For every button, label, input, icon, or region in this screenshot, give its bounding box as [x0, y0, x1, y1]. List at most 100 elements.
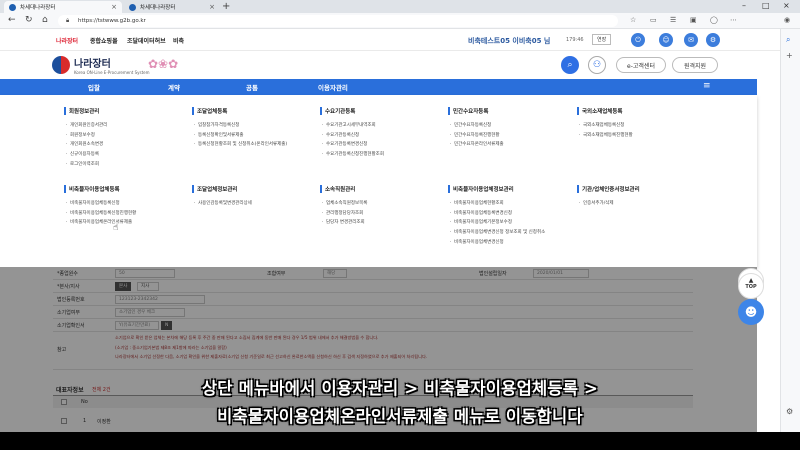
menu-group-member-info: 회원정보관리 개인회원인증서관리 회원정보수정 개인회원소속변경 신규이용자등록…	[64, 107, 184, 171]
site-logo[interactable]: 나라장터 Korea ON-Line E-Procurement System	[52, 55, 150, 75]
notification-icon[interactable]: ✉	[684, 33, 698, 47]
menu-group-title: 민간수요자등록	[448, 107, 568, 115]
mega-menu: 회원정보관리 개인회원인증서관리 회원정보수정 개인회원소속변경 신규이용자등록…	[0, 95, 757, 267]
browser-tab-bar: 차세대나라장터 × 차세대나라장터 × + – □ ×	[0, 0, 800, 13]
menu-link[interactable]: 담당자 변경관리조회	[320, 220, 440, 226]
browser-tab[interactable]: 차세대나라장터 ×	[124, 1, 220, 13]
menu-link[interactable]: 민간수요자등록진행현황	[448, 133, 568, 139]
favorites-list-icon[interactable]: ☰	[670, 16, 676, 24]
browser-tab-active[interactable]: 차세대나라장터 ×	[4, 1, 122, 13]
menu-link[interactable]: 비축물자이용업체변경신청	[448, 240, 560, 246]
collections-icon[interactable]: ▣	[690, 16, 697, 24]
new-tab-icon[interactable]: +	[222, 1, 230, 12]
menu-group-supplier-info: 조달업체정보관리 사용인감등록및변경관리상세	[192, 185, 312, 211]
menu-link[interactable]: 수요기관등록신청	[320, 133, 440, 139]
menu-link[interactable]: 수요기관고시세부내역조회	[320, 123, 440, 129]
menu-group-certificate-info: 기관/업체인증서정보관리 인증서추가/삭제	[577, 185, 697, 211]
tab-title: 차세대나라장터	[140, 5, 176, 11]
menu-link[interactable]: 수요기관등록변경신청	[320, 142, 440, 148]
menu-link[interactable]: 관리행정담당자조회	[320, 211, 440, 217]
user-info: 비축테스트05 이비축05 님	[468, 37, 551, 45]
menu-link[interactable]: 입찰참가자격등록신청	[192, 123, 297, 129]
menu-group-title: 조달업체등록	[192, 107, 297, 115]
nav-item-contract[interactable]: 계약	[168, 82, 180, 92]
remote-support-button[interactable]: 원격지원	[672, 57, 718, 73]
home-icon[interactable]: ⌂	[42, 15, 48, 25]
extend-session-button[interactable]: 연장	[592, 34, 612, 45]
menu-group-title: 비축물자이용업체정보관리	[448, 185, 560, 193]
close-tab-icon[interactable]: ×	[209, 3, 215, 11]
site-favicon-icon	[9, 3, 16, 11]
user-menu-icon[interactable]: ⚇	[588, 56, 606, 74]
menu-link[interactable]: 비축물자이용업체기본정보수정	[448, 220, 560, 226]
site-link-stockpile[interactable]: 비축	[173, 36, 184, 45]
add-icon[interactable]: +	[786, 51, 793, 60]
nav-item-bid[interactable]: 입찰	[88, 82, 100, 92]
nav-item-common[interactable]: 공통	[246, 82, 258, 92]
site-link-data-hub[interactable]: 조달데이터허브	[127, 36, 166, 45]
menu-link[interactable]: 민간수요자온라인서류제출	[448, 142, 568, 148]
maximize-icon[interactable]: □	[762, 1, 770, 10]
menu-link-online-document-submission[interactable]: 비축물자이용업체온라인서류제출	[64, 220, 184, 226]
minimize-icon[interactable]: –	[742, 1, 746, 10]
settings-icon[interactable]: ⚙	[706, 33, 720, 47]
logout-icon[interactable]: ⏻	[631, 33, 645, 47]
menu-link[interactable]: 민간수요자등록신청	[448, 123, 568, 129]
more-menu-icon[interactable]: ⋯	[730, 16, 737, 24]
url-text: https://tstwww.g2b.go.kr	[78, 18, 146, 24]
edge-sidebar-icon[interactable]: ◉	[784, 16, 790, 24]
menu-group-stockpile-user-registration: 비축물자이용업체등록 비축물자이용업체등록신청 비축물자이용업체등록신청진행현황…	[64, 185, 184, 230]
refresh-icon[interactable]: ↻	[25, 15, 33, 25]
menu-group-title: 회원정보관리	[64, 107, 184, 115]
search-icon[interactable]: ⌕	[561, 56, 579, 74]
site-top-bar: 나라장터 종합쇼핑몰 조달데이터허브 비축 비축테스트05 이비축05 님 17…	[0, 29, 800, 51]
lock-icon: 🔒︎	[66, 17, 70, 24]
menu-link[interactable]: 국외소재업체등록진행현황	[577, 133, 697, 139]
mypage-icon[interactable]: ☺	[659, 33, 673, 47]
site-link-shopping-mall[interactable]: 종합쇼핑몰	[90, 36, 118, 45]
hamburger-menu-icon[interactable]: ≡	[703, 81, 711, 91]
chatbot-mascot-icon[interactable]: ☻	[738, 299, 764, 325]
site-link-narajangteo[interactable]: 나라장터	[56, 36, 78, 45]
menu-link[interactable]: 인증서추가/삭제	[577, 201, 697, 207]
back-icon[interactable]: ←	[8, 15, 16, 25]
logo-name: 나라장터	[74, 59, 111, 70]
tab-title: 차세대나라장터	[20, 5, 56, 11]
menu-link[interactable]: 업체소속직원정보목록	[320, 201, 440, 207]
menu-link[interactable]: 국외소재업체등록신청	[577, 123, 697, 129]
menu-link[interactable]: 비축물자이용업체등록변경신청	[448, 211, 560, 217]
top-label: TOP	[745, 284, 757, 290]
menu-link[interactable]: 등록신청확인및서류제출	[192, 133, 297, 139]
menu-group-supplier-registration: 조달업체등록 입찰참가자격등록신청 등록신청확인및서류제출 등록신청현황조회 및…	[192, 107, 297, 152]
url-field[interactable]: 🔒︎ https://tstwww.g2b.go.kr	[58, 15, 618, 27]
up-arrow-icon: ▲	[748, 277, 754, 284]
split-screen-icon[interactable]: ▭	[650, 16, 657, 24]
customer-center-button[interactable]: e-고객센터	[616, 57, 666, 73]
menu-link[interactable]: 수요기관등록신청진행현황조회	[320, 152, 440, 158]
menu-group-title: 조달업체정보관리	[192, 185, 312, 193]
favorite-icon[interactable]: ☆	[630, 16, 636, 24]
menu-link[interactable]: 신규이용자등록	[64, 152, 184, 158]
top-button[interactable]: ▲ TOP	[738, 273, 764, 299]
menu-group-title: 국외소재업체등록	[577, 107, 697, 115]
edge-sidebar: ⌕ + ⚙	[780, 29, 800, 432]
close-window-icon[interactable]: ×	[783, 1, 790, 10]
menu-link[interactable]: 등록신청현황조회 및 신청취소(온라인서류제출)	[192, 142, 297, 148]
menu-group-stockpile-user-info: 비축물자이용업체정보관리 비축물자이용업체현황조회 비축물자이용업체등록변경신청…	[448, 185, 560, 249]
menu-link[interactable]: 로그인이력조회	[64, 162, 184, 168]
menu-link[interactable]: 비축물자이용업체현황조회	[448, 201, 560, 207]
search-icon[interactable]: ⌕	[786, 35, 790, 45]
menu-link[interactable]: 비축물자이용업체변경신청 정보조회 및 신청취소	[448, 230, 560, 236]
menu-link[interactable]: 비축물자이용업체등록신청	[64, 201, 184, 207]
menu-link[interactable]: 개인회원인증서관리	[64, 123, 184, 129]
menu-link[interactable]: 사용인감등록및변경관리상세	[192, 201, 312, 207]
menu-group-overseas-supplier: 국외소재업체등록 국외소재업체등록신청 국외소재업체등록진행현황	[577, 107, 697, 142]
close-tab-icon[interactable]: ×	[111, 3, 117, 11]
menu-link[interactable]: 비축물자이용업체등록신청진행현황	[64, 211, 184, 217]
logo-emblem-icon	[52, 56, 70, 74]
menu-link[interactable]: 회원정보수정	[64, 133, 184, 139]
site-favicon-icon	[129, 3, 136, 11]
menu-link[interactable]: 개인회원소속변경	[64, 142, 184, 148]
profile-icon[interactable]: ◯	[710, 16, 718, 24]
nav-item-user-management[interactable]: 이용자관리	[318, 82, 348, 92]
